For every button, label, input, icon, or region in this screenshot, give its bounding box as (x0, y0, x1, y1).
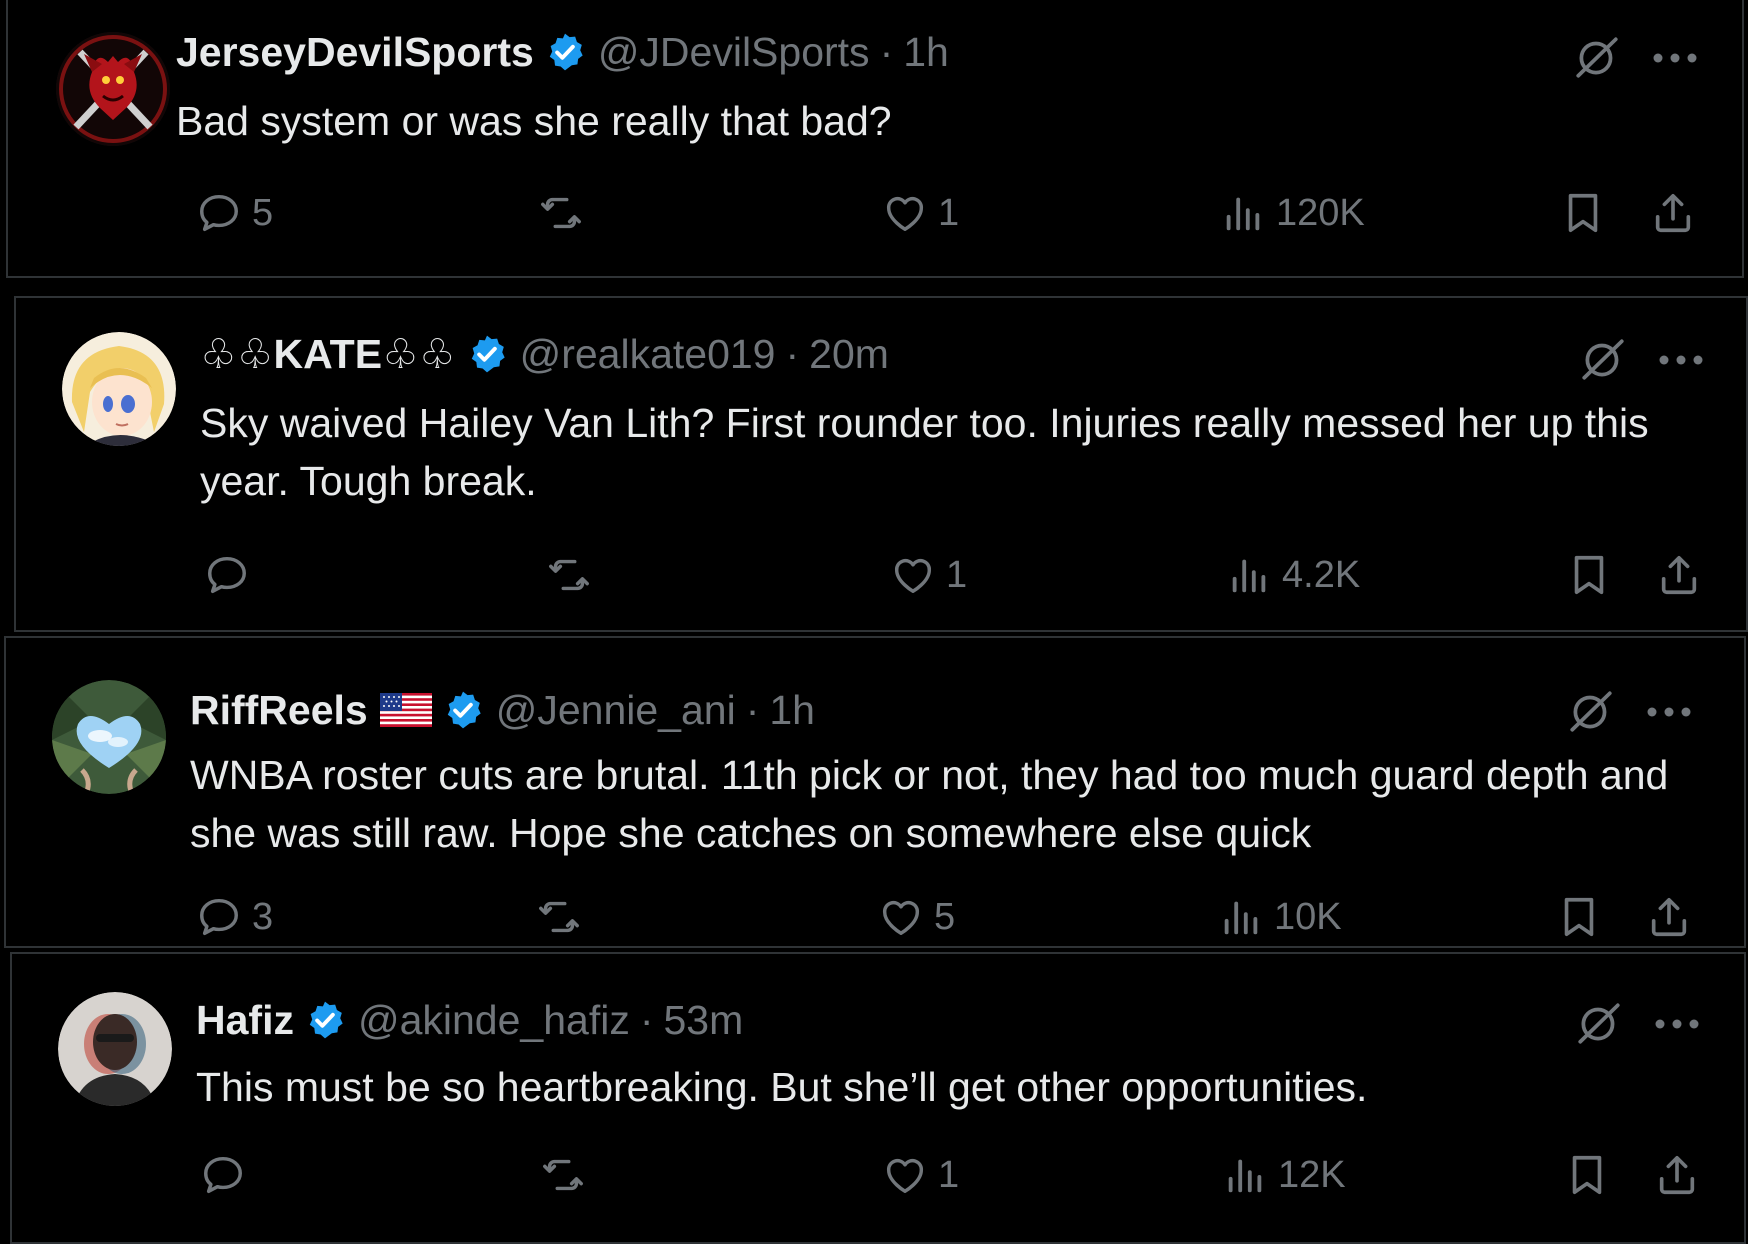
avatar[interactable] (58, 992, 172, 1106)
tweet-text: Sky waived Hailey Van Lith? First rounde… (200, 400, 1649, 504)
like-count: 1 (946, 553, 968, 596)
heart-sky-avatar-icon (52, 680, 166, 794)
grok-icon[interactable] (1578, 334, 1628, 384)
like-icon (882, 1152, 928, 1198)
like-button[interactable]: 1 (882, 1152, 959, 1198)
views-icon (1222, 1152, 1268, 1198)
reply-button[interactable]: 3 (196, 894, 273, 940)
handle[interactable]: @akinde_hafiz (358, 995, 630, 1045)
bookmark-icon[interactable] (1564, 1152, 1610, 1198)
bookmark-icon[interactable] (1556, 894, 1602, 940)
tweet-3[interactable]: RiffReels @Jennie_ani · 1h WNBA roster c… (4, 636, 1746, 948)
avatar[interactable] (62, 332, 176, 446)
tweet-header: Hafiz @akinde_hafiz · 53m (196, 995, 743, 1045)
views-count: 10K (1274, 895, 1342, 938)
display-name[interactable]: JerseyDevilSports (176, 27, 534, 77)
avatar[interactable] (52, 680, 166, 794)
avatar[interactable] (56, 32, 170, 146)
like-count: 1 (938, 1153, 960, 1196)
reply-count: 3 (252, 895, 274, 938)
views-button[interactable]: 10K (1218, 894, 1342, 940)
repost-button[interactable] (538, 190, 584, 236)
verified-icon[interactable] (442, 689, 484, 731)
verified-icon[interactable] (304, 999, 346, 1041)
like-count: 1 (938, 191, 960, 234)
repost-icon (546, 552, 592, 598)
timestamp[interactable]: 20m (809, 329, 889, 379)
timestamp[interactable]: 1h (903, 27, 949, 77)
handle[interactable]: @realkate019 (520, 329, 776, 379)
repost-button[interactable] (536, 894, 582, 940)
views-icon (1220, 190, 1266, 236)
views-button[interactable]: 4.2K (1226, 552, 1360, 598)
reply-icon (204, 552, 250, 598)
share-icon[interactable] (1656, 552, 1702, 598)
timestamp[interactable]: 1h (769, 685, 815, 735)
display-name[interactable]: ♧♧KATE♧♧ (200, 329, 456, 379)
views-icon (1226, 552, 1272, 598)
like-icon (878, 894, 924, 940)
tweet-header: ♧♧KATE♧♧ @realkate019 · 20m (200, 329, 889, 379)
grok-icon[interactable] (1574, 998, 1624, 1048)
like-count: 5 (934, 895, 956, 938)
handle[interactable]: @JDevilSports (598, 27, 870, 77)
like-button[interactable]: 1 (882, 190, 959, 236)
repost-icon (540, 1152, 586, 1198)
tweet-2[interactable]: ♧♧KATE♧♧ @realkate019 · 20m Sky waived H… (14, 296, 1748, 632)
grok-icon[interactable] (1566, 686, 1616, 736)
reply-icon (196, 190, 242, 236)
bookmark-icon[interactable] (1566, 552, 1612, 598)
more-icon[interactable] (1654, 1018, 1700, 1030)
anime-girl-avatar-icon (62, 332, 176, 446)
tweet-1[interactable]: JerseyDevilSports @JDevilSports · 1h Bad… (6, 0, 1744, 278)
tweet-text: WNBA roster cuts are brutal. 11th pick o… (190, 752, 1669, 856)
repost-button[interactable] (540, 1152, 586, 1198)
more-icon[interactable] (1652, 52, 1698, 64)
timestamp[interactable]: 53m (663, 995, 743, 1045)
reply-icon (200, 1152, 246, 1198)
repost-icon (538, 190, 584, 236)
share-icon[interactable] (1650, 190, 1696, 236)
reply-button[interactable] (200, 1152, 246, 1198)
reply-count: 5 (252, 191, 274, 234)
tweet-text: Bad system or was she really that bad? (176, 98, 892, 144)
separator-dot: · (879, 29, 894, 75)
repost-icon (536, 894, 582, 940)
views-button[interactable]: 12K (1222, 1152, 1346, 1198)
views-count: 4.2K (1282, 553, 1361, 596)
separator-dot: · (785, 331, 800, 377)
handle[interactable]: @Jennie_ani (496, 685, 736, 735)
views-count: 12K (1278, 1153, 1346, 1196)
views-button[interactable]: 120K (1220, 190, 1365, 236)
like-icon (890, 552, 936, 598)
devil-logo-avatar-icon (56, 32, 170, 146)
grok-icon[interactable] (1572, 32, 1622, 82)
more-icon[interactable] (1646, 706, 1692, 718)
like-button[interactable]: 5 (878, 894, 955, 940)
reply-icon (196, 894, 242, 940)
share-icon[interactable] (1646, 894, 1692, 940)
us-flag-icon (379, 693, 432, 727)
like-icon (882, 190, 928, 236)
tweet-text: This must be so heartbreaking. But she’l… (196, 1064, 1368, 1110)
reply-button[interactable]: 5 (196, 190, 273, 236)
bookmark-icon[interactable] (1560, 190, 1606, 236)
share-icon[interactable] (1654, 1152, 1700, 1198)
portrait-avatar-icon (58, 992, 172, 1106)
views-count: 120K (1276, 191, 1365, 234)
display-name[interactable]: Hafiz (196, 995, 294, 1045)
reply-button[interactable] (204, 552, 250, 598)
tweet-header: JerseyDevilSports @JDevilSports · 1h (176, 27, 949, 77)
display-name[interactable]: RiffReels (190, 685, 368, 735)
verified-icon[interactable] (466, 333, 508, 375)
tweet-4[interactable]: Hafiz @akinde_hafiz · 53m This must be s… (10, 952, 1746, 1244)
more-icon[interactable] (1658, 354, 1704, 366)
repost-button[interactable] (546, 552, 592, 598)
like-button[interactable]: 1 (890, 552, 967, 598)
separator-dot: · (639, 997, 654, 1043)
tweet-header: RiffReels @Jennie_ani · 1h (190, 685, 815, 735)
views-icon (1218, 894, 1264, 940)
separator-dot: · (745, 687, 760, 733)
verified-icon[interactable] (544, 31, 586, 73)
